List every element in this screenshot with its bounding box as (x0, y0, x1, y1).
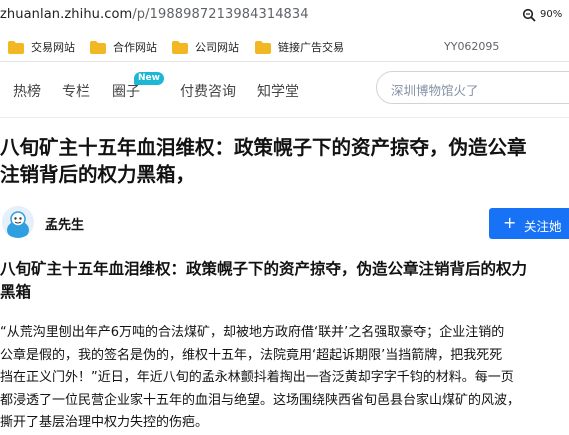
bookmark-label: 交易网站 (31, 41, 75, 54)
bookmark-folder-jiaoyi[interactable]: 交易网站 (8, 39, 75, 55)
zoom-level[interactable]: 90% (540, 9, 562, 20)
search-input[interactable]: 深圳博物馆火了 (376, 71, 569, 104)
article-heading: 八旬矿主十五年血泪维权：政策幌子下的资产掠夺，伪造公章注销背后的权力 黑箱 (0, 258, 569, 304)
bookmark-extra-text[interactable]: YY062095 (444, 40, 499, 53)
avatar[interactable] (2, 206, 34, 238)
article-title: 八旬矿主十五年血泪维权：政策幌子下的资产掠夺，伪造公章 注销背后的权力黑箱， (0, 134, 569, 188)
folder-icon (255, 40, 271, 54)
new-badge: New (134, 72, 164, 85)
url-path: /p/1988987213984314834 (132, 7, 309, 22)
bookmark-label: 链接广告交易 (278, 41, 344, 54)
follow-label: 关注她 (524, 219, 562, 234)
author-name[interactable]: 孟先生 (45, 214, 84, 233)
bookmark-label: 合作网站 (113, 41, 157, 54)
bookmark-folder-hezuo[interactable]: 合作网站 (90, 39, 157, 55)
article-heading-line: 黑箱 (0, 283, 32, 301)
paragraph-line: 都浸透了一位民营企业家十五年的血泪与绝望。这场围绕陕西省旬邑县台家山煤矿的风波， (0, 392, 521, 408)
search-placeholder: 深圳博物馆火了 (391, 83, 479, 98)
bookmark-folder-gongsi[interactable]: 公司网站 (172, 39, 239, 55)
nav-item-hot[interactable]: 热榜 (13, 81, 41, 101)
article-paragraph: “从荒沟里刨出年产6万吨的合法煤矿，却被地方政府借‘联并’之名强取豪夺；企业注销… (0, 322, 569, 435)
folder-icon (172, 40, 188, 54)
bookmark-label: 公司网站 (195, 41, 239, 54)
nav-item-column[interactable]: 专栏 (62, 81, 90, 101)
bookmark-folder-lianjie[interactable]: 链接广告交易 (255, 39, 344, 55)
plus-icon: + (503, 213, 517, 232)
folder-icon (90, 40, 106, 54)
article-title-line: 注销背后的权力黑箱， (0, 163, 196, 186)
folder-icon (8, 40, 24, 54)
url-text[interactable]: zhuanlan.zhihu.com/p/1988987213984314834 (0, 7, 309, 22)
paragraph-line: 挡在正义门外！”近日，年近八旬的孟永林颤抖着掏出一沓泛黄却字字千钧的材料。每一页 (0, 370, 514, 385)
article-heading-line: 八旬矿主十五年血泪维权：政策幌子下的资产掠夺，伪造公章注销背后的权力 (0, 260, 528, 278)
paragraph-line: 撕开了基层治理中权力失控的伤疤。 (0, 415, 209, 430)
article-title-line: 八旬矿主十五年血泪维权：政策幌子下的资产掠夺，伪造公章 (0, 136, 527, 159)
site-header: 热榜 专栏 圈子 New 付费咨询 知学堂 深圳博物馆火了 (0, 62, 569, 118)
avatar-image (2, 206, 34, 238)
zoom-icon[interactable] (522, 8, 536, 22)
follow-button[interactable]: + 关注她 (489, 208, 569, 239)
paragraph-line: 公章是假的，我的签名是伪的，维权十五年，法院竟用‘超起诉期限’当挡箭牌，把我死死 (0, 347, 503, 363)
paragraph-line: “从荒沟里刨出年产6万吨的合法煤矿，却被地方政府借‘联并’之名强取豪夺；企业注销… (0, 325, 505, 340)
nav-item-zhixuetang[interactable]: 知学堂 (257, 81, 299, 101)
nav-item-paid-consult[interactable]: 付费咨询 (180, 81, 236, 101)
bookmarks-bar: 交易网站 合作网站 公司网站 链接广告交易 YY062095 (0, 30, 569, 62)
address-bar[interactable]: zhuanlan.zhihu.com/p/1988987213984314834… (0, 0, 569, 30)
url-host: zhuanlan.zhihu.com (0, 7, 133, 22)
